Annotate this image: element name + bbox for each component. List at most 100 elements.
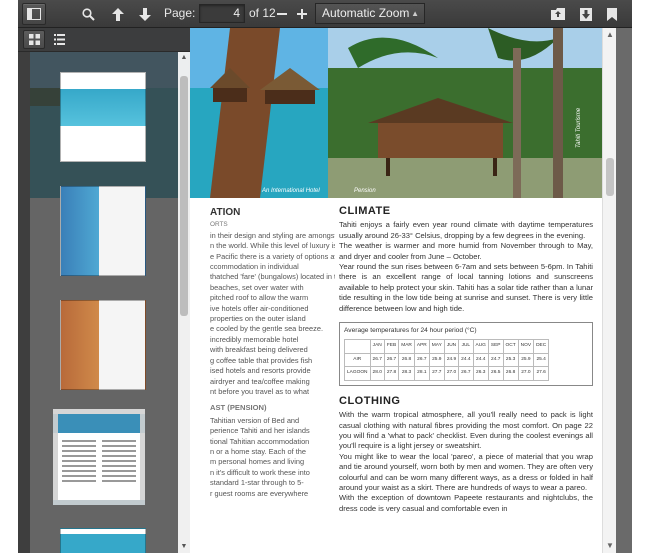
left-line: properties on the outer island: [210, 314, 306, 324]
table-cell: LAGOON: [344, 366, 371, 381]
left-line: thatched 'fare' (bungalows) located in t…: [210, 272, 335, 282]
download-icon: [580, 7, 592, 21]
document-scrollbar[interactable]: ▲ ▼: [602, 28, 616, 553]
clothing-heading: CLOTHING: [339, 394, 401, 407]
page-thumbnail-selected[interactable]: [53, 409, 145, 505]
table-cell: 27.8: [383, 366, 400, 381]
left-line: n or a home stay. Each of the: [210, 446, 306, 456]
viewer-edge: [616, 28, 632, 553]
table-cell: 25.4: [533, 352, 550, 368]
table-cell: 24.9: [443, 352, 460, 368]
zoom-in-button[interactable]: [293, 3, 311, 25]
zoom-select-value: Automatic Zoom: [322, 6, 410, 20]
left-line: ive hotels offer air-conditioned: [210, 303, 309, 313]
search-button[interactable]: [76, 3, 100, 25]
plus-icon: [297, 9, 307, 19]
thumbnail-view-button[interactable]: [23, 30, 45, 49]
scroll-up-icon[interactable]: ▲: [178, 52, 190, 64]
table-cell: 27.6: [533, 366, 550, 381]
table-cell: NOV: [517, 339, 535, 354]
download-button[interactable]: [574, 3, 598, 25]
table-cell: JUN: [443, 339, 460, 354]
next-page-button[interactable]: [133, 3, 157, 25]
open-file-button[interactable]: [546, 3, 570, 25]
toolbar: Page: 4 of 12 Automatic Zoom ▲▼: [18, 0, 632, 37]
left-line: tional Tahitian accommodation: [210, 436, 310, 446]
left-subheading: ORTS: [210, 221, 228, 229]
table-cell: 27.0: [517, 366, 535, 381]
left-line: m personal homes and living: [210, 457, 305, 467]
table-cell: 27.7: [428, 366, 445, 381]
left-line: airdryer and tea/coffee making: [210, 376, 310, 386]
clothing-paragraph: With the exception of downtown Papeete r…: [339, 493, 593, 513]
thumbnail-scrollbar-thumb[interactable]: [180, 76, 188, 316]
left-line: standard 1-star through to 5-: [210, 478, 304, 488]
table-cell: 26.7: [458, 366, 474, 381]
left-line: incredibly memorable hotel: [210, 334, 299, 344]
left-line: n it's difficult to work these into: [210, 467, 310, 477]
bookmark-button[interactable]: [600, 3, 624, 25]
minus-icon: [277, 13, 287, 15]
table-cell: 28.1: [413, 366, 430, 381]
table-cell: 28.0: [369, 366, 385, 381]
clothing-paragraph: You might like to wear the local 'pareo'…: [339, 451, 593, 492]
page-thumbnail[interactable]: [60, 72, 146, 162]
table-cell: 26.7: [383, 352, 400, 368]
left-line: perience Tahiti and her islands: [210, 426, 310, 436]
left-line: g coffee table that provides fish: [210, 355, 313, 365]
table-row: AIR 26.7 26.7 26.8 26.7 25.9 24.9 24.4 2…: [344, 352, 550, 368]
table-cell: 27.0: [443, 366, 460, 381]
page-count: of 12: [249, 6, 276, 20]
table-row: JAN FEB MAR APR MAY JUN JUL AUG SEP OCT …: [344, 339, 550, 354]
thumbnail-scrollbar[interactable]: ▲ ▼: [178, 52, 190, 553]
thumbnail-text-lines: [62, 440, 136, 482]
page-thumbnail[interactable]: [60, 186, 146, 276]
left-line: with breakfast being delivered: [210, 345, 308, 355]
previous-page-button[interactable]: [106, 3, 130, 25]
sidebar-view-tabs: [18, 28, 190, 52]
left-line: Tahitian version of Bed and: [210, 415, 300, 425]
left-line: r guest rooms are everywhere: [210, 488, 309, 498]
climate-paragraph: Tahiti enjoys a fairly even year round c…: [339, 220, 593, 240]
page-label: Page:: [164, 6, 196, 20]
page-thumbnail[interactable]: [60, 528, 146, 553]
table-cell: DEC: [533, 339, 550, 354]
arrow-down-icon: [139, 7, 151, 21]
table-cell: [344, 339, 371, 354]
left-line: pitched roof to allow the warm: [210, 293, 309, 303]
table-cell: JAN: [369, 339, 385, 354]
climate-heading: CLIMATE: [339, 205, 391, 217]
table-cell: APR: [413, 339, 430, 354]
outline-view-button[interactable]: [48, 30, 70, 49]
thumbnail-sidebar: ▲ ▼: [18, 28, 190, 553]
outline-list-icon: [53, 34, 65, 45]
left-line: ccommodation in individual: [210, 262, 299, 272]
page-thumbnail[interactable]: [60, 300, 146, 390]
photo-pension: Pension Tahiti Tourisme: [328, 28, 602, 198]
page-number-input[interactable]: 4: [199, 4, 245, 23]
thumbnail-grid-icon: [28, 34, 40, 45]
zoom-select[interactable]: Automatic Zoom ▲▼: [315, 3, 425, 37]
left-line: in their design and styling are amongst: [210, 230, 335, 240]
pdf-viewer: Page: 4 of 12 Automatic Zoom ▲▼: [18, 0, 632, 553]
table-cell: 26.8: [502, 366, 519, 381]
left-line: n the world. While this level of luxury …: [210, 241, 335, 251]
zoom-out-button[interactable]: [273, 3, 291, 25]
document-scrollbar-thumb[interactable]: [606, 158, 614, 196]
left-line: ised hotels and resorts provide: [210, 366, 311, 376]
climate-paragraph: Year round the sun rises between 6-7am a…: [339, 262, 593, 313]
scroll-down-icon[interactable]: ▼: [178, 541, 190, 553]
table-cell: AUG: [472, 339, 489, 354]
table-cell: MAY: [428, 339, 445, 354]
scroll-up-icon[interactable]: ▲: [603, 28, 617, 42]
folder-icon: [551, 8, 565, 20]
table-cell: 26.3: [472, 366, 489, 381]
scroll-down-icon[interactable]: ▼: [603, 539, 617, 553]
left-line: nt before you travel as to what: [210, 386, 310, 396]
temperature-table-box: Average temperatures for 24 hour period …: [339, 322, 593, 386]
table-cell: 24.7: [487, 352, 504, 368]
table-row: LAGOON 28.0 27.8 28.3 28.1 27.7 27.0 26.…: [344, 366, 550, 381]
photo-pension-art: [328, 28, 602, 198]
table-cell: 25.9: [517, 352, 535, 368]
toggle-sidebar-button[interactable]: [22, 3, 46, 25]
